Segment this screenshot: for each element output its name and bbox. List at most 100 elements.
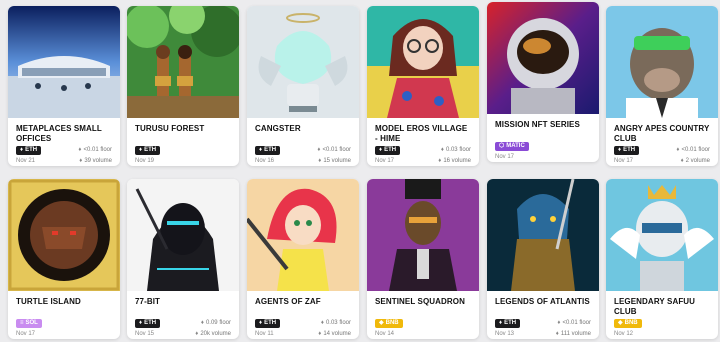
collection-name: MODEL EROS VILLAGE - HIME	[375, 124, 468, 143]
collection-name: 77-BIT	[135, 297, 161, 306]
chain-badge: ♦ ETH	[375, 145, 401, 155]
listing-date: Nov 17	[375, 158, 395, 164]
ethereum-icon: ♦	[139, 146, 143, 153]
ethereum-icon: ♦	[440, 147, 444, 153]
chain-badge: ♦ ETH	[255, 318, 281, 328]
collections-grid: METAPLACES SMALL OFFICES ♦ ETH ♦ <0.01 flo…	[0, 0, 720, 342]
chain-badge: ◆ BNB	[375, 318, 403, 328]
collection-thumbnail[interactable]	[127, 6, 239, 118]
collection-card[interactable]: AGENTS OF ZAF ♦ ETH ♦ 0.03 floor Nov 11 ♦ 1…	[247, 179, 359, 339]
listing-date: Nov 21	[16, 158, 36, 164]
collection-card[interactable]: SENTINEL SQUADRON ◆ BNB Nov 14	[367, 179, 479, 339]
listing-date: Nov 15	[135, 331, 155, 337]
trade-volume: ♦ 20k volume	[195, 331, 231, 337]
polygon-icon: ⬡	[499, 142, 505, 149]
ethereum-icon: ♦	[499, 319, 503, 326]
ethereum-icon: ♦	[680, 158, 684, 164]
collection-card[interactable]: CANGSTER ♦ ETH ♦ <0.01 floor Nov 16 ♦ 15 vo…	[247, 6, 359, 166]
trade-volume: ♦ 15 volume	[318, 158, 351, 164]
floor-price: ♦ <0.01 floor	[557, 320, 591, 326]
ethereum-icon: ♦	[259, 319, 263, 326]
collection-name: MISSION NFT SERIES	[495, 120, 580, 129]
bnb-icon: ◆	[379, 319, 384, 326]
collection-name: LEGENDARY SAFUU CLUB	[614, 297, 696, 316]
chain-badge: ♦ ETH	[135, 318, 161, 328]
ethereum-icon: ♦	[557, 320, 561, 326]
collection-name: LEGENDS OF ATLANTIS	[495, 297, 590, 306]
ethereum-icon: ♦	[318, 158, 322, 164]
collection-name: TURUSU FOREST	[135, 124, 205, 133]
collection-thumbnail[interactable]	[367, 179, 479, 291]
collection-thumbnail[interactable]	[487, 179, 599, 291]
chain-badge: ◆ BNB	[614, 318, 642, 328]
legends-of-atlantis-artwork	[487, 179, 599, 291]
chain-badge: ≡ SOL	[16, 318, 42, 328]
ethereum-icon: ♦	[318, 331, 322, 337]
collection-name: SENTINEL SQUADRON	[375, 297, 466, 306]
collection-card[interactable]: METAPLACES SMALL OFFICES ♦ ETH ♦ <0.01 flo…	[8, 6, 120, 166]
metaplaces-office-artwork	[8, 6, 120, 118]
collection-card[interactable]: TURTLE ISLAND ≡ SOL Nov 17	[8, 179, 120, 339]
collection-card[interactable]: MODEL EROS VILLAGE - HIME ♦ ETH ♦ 0.03 flo…	[367, 6, 479, 166]
floor-price: ♦ 0.09 floor	[200, 320, 231, 326]
cangster-artwork	[247, 6, 359, 118]
trade-volume: ♦ 16 volume	[438, 158, 471, 164]
floor-price: ♦ 0.03 floor	[440, 147, 471, 153]
chain-badge: ♦ ETH	[16, 145, 42, 155]
collection-card[interactable]: 77-BIT ♦ ETH ♦ 0.09 floor Nov 15 ♦ 20k volu…	[127, 179, 239, 339]
collection-name: AGENTS OF ZAF	[255, 297, 321, 306]
collection-thumbnail[interactable]	[8, 179, 120, 291]
listing-date: Nov 13	[495, 331, 515, 337]
ethereum-icon: ♦	[438, 158, 442, 164]
legendary-safuu-artwork	[606, 179, 718, 291]
chain-badge: ⬡ MATIC	[495, 141, 529, 151]
listing-date: Nov 11	[255, 331, 274, 337]
chain-badge: ♦ ETH	[614, 145, 640, 155]
turtle-island-artwork	[8, 179, 120, 291]
collection-card[interactable]: TURUSU FOREST ♦ ETH Nov 19	[127, 6, 239, 166]
ethereum-icon: ♦	[79, 158, 83, 164]
collection-card[interactable]: ANGRY APES COUNTRY CLUB ♦ ETH ♦ <0.01 floo…	[606, 6, 718, 166]
collection-thumbnail[interactable]	[8, 6, 120, 118]
ethereum-icon: ♦	[200, 320, 204, 326]
chain-badge: ♦ ETH	[135, 145, 161, 155]
ethereum-icon: ♦	[195, 331, 199, 337]
collection-thumbnail[interactable]	[247, 6, 359, 118]
listing-date: Nov 17	[614, 158, 634, 164]
ethereum-icon: ♦	[320, 320, 324, 326]
collection-thumbnail[interactable]	[606, 179, 718, 291]
collection-thumbnail[interactable]	[247, 179, 359, 291]
listing-date: Nov 19	[135, 158, 155, 164]
collection-card[interactable]: LEGENDS OF ATLANTIS ♦ ETH ♦ <0.01 floor No…	[487, 179, 599, 339]
trade-volume: ♦ 111 volume	[555, 331, 591, 337]
model-eros-artwork	[367, 6, 479, 118]
ethereum-icon: ♦	[139, 319, 143, 326]
floor-price: ♦ <0.01 floor	[317, 147, 351, 153]
bnb-icon: ◆	[618, 319, 623, 326]
listing-date: Nov 14	[375, 331, 395, 337]
collection-thumbnail[interactable]	[127, 179, 239, 291]
collection-thumbnail[interactable]	[487, 2, 599, 114]
collection-name: TURTLE ISLAND	[16, 297, 81, 306]
listing-date: Nov 16	[255, 158, 275, 164]
ethereum-icon: ♦	[555, 331, 559, 337]
mission-astronaut-artwork	[487, 2, 599, 114]
ethereum-icon: ♦	[317, 147, 321, 153]
floor-price: ♦ <0.01 floor	[78, 147, 112, 153]
floor-price: ♦ 0.03 floor	[320, 320, 351, 326]
ethereum-icon: ♦	[379, 146, 383, 153]
turusu-forest-artwork	[127, 6, 239, 118]
ethereum-icon: ♦	[259, 146, 263, 153]
agents-of-zaf-artwork	[247, 179, 359, 291]
listing-date: Nov 17	[495, 154, 515, 160]
collection-card[interactable]: LEGENDARY SAFUU CLUB ◆ BNB Nov 12	[606, 179, 718, 339]
floor-price: ♦ <0.01 floor	[676, 147, 710, 153]
ethereum-icon: ♦	[676, 147, 680, 153]
collection-thumbnail[interactable]	[367, 6, 479, 118]
ethereum-icon: ♦	[618, 146, 622, 153]
collection-thumbnail[interactable]	[606, 6, 718, 118]
77-bit-artwork	[127, 179, 239, 291]
ethereum-icon: ♦	[78, 147, 82, 153]
collection-card[interactable]: MISSION NFT SERIES ⬡ MATIC Nov 17	[487, 2, 599, 162]
listing-date: Nov 12	[614, 331, 634, 337]
